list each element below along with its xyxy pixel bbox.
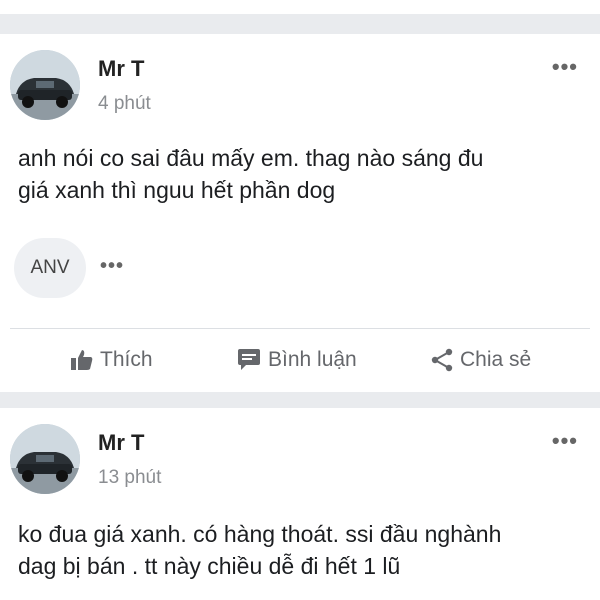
- car-photo: [10, 50, 80, 120]
- like-icon: [71, 350, 93, 370]
- share-icon: [431, 348, 453, 372]
- like-button[interactable]: Thích: [70, 348, 153, 372]
- feed-divider: [0, 392, 600, 408]
- feed-divider-top: [0, 14, 600, 34]
- avatar[interactable]: [10, 424, 80, 494]
- comment-button[interactable]: Bình luận: [236, 348, 357, 372]
- post-text-line: dag bị bán . tt này chiều dễ đi hết 1 lũ: [18, 553, 401, 579]
- reaction-more-icon[interactable]: •••: [100, 255, 124, 278]
- post-text-line: giá xanh thì nguu hết phần dog: [18, 177, 336, 203]
- share-button[interactable]: Chia sẻ: [430, 348, 531, 372]
- post-text: anh nói co sai đâu mấy em. thag nào sáng…: [18, 142, 588, 206]
- post-timestamp[interactable]: 13 phút: [98, 467, 161, 489]
- post-card: Mr T 13 phút ••• ko đua giá xanh. có hàn…: [0, 408, 600, 600]
- avatar[interactable]: [10, 50, 80, 120]
- more-options-icon[interactable]: •••: [552, 54, 578, 80]
- post-author[interactable]: Mr T: [98, 56, 144, 82]
- more-options-icon[interactable]: •••: [552, 428, 578, 454]
- post-text-line: ko đua giá xanh. có hàng thoát. ssi đầu …: [18, 521, 502, 547]
- post-text-line: anh nói co sai đâu mấy em. thag nào sáng…: [18, 145, 484, 171]
- comment-icon: [238, 349, 260, 370]
- action-bar-separator: [10, 328, 590, 329]
- comment-label: Bình luận: [268, 348, 357, 371]
- post-author[interactable]: Mr T: [98, 430, 144, 456]
- post-card: Mr T 4 phút ••• anh nói co sai đâu mấy e…: [0, 34, 600, 392]
- reaction-chip[interactable]: ANV: [14, 238, 86, 298]
- post-text: ko đua giá xanh. có hàng thoát. ssi đầu …: [18, 518, 588, 582]
- share-label: Chia sẻ: [460, 348, 532, 371]
- like-label: Thích: [100, 348, 153, 371]
- car-photo: [10, 424, 80, 494]
- post-timestamp[interactable]: 4 phút: [98, 93, 151, 115]
